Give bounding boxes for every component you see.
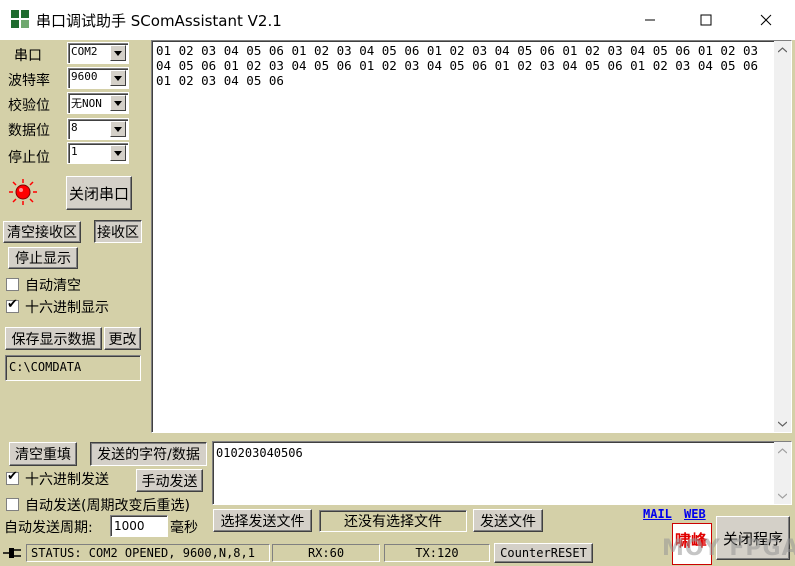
- select-send-file-button[interactable]: 选择发送文件: [213, 509, 312, 532]
- stopbits-label: 停止位: [8, 150, 50, 166]
- maximize-button[interactable]: [678, 0, 734, 40]
- auto-clear-label: 自动清空: [25, 278, 81, 294]
- title-bar: 串口调试助手 SComAssistant V2.1: [0, 0, 795, 40]
- mail-link[interactable]: MAIL: [643, 507, 672, 521]
- web-link[interactable]: WEB: [684, 507, 706, 521]
- hex-display-checkbox[interactable]: ✔: [6, 298, 19, 313]
- clear-send-button[interactable]: 清空重填: [9, 442, 77, 466]
- parity-label: 校验位: [8, 98, 50, 114]
- plug-icon: [3, 548, 21, 558]
- auto-send-checkbox[interactable]: [6, 498, 19, 511]
- window-title: 串口调试助手 SComAssistant V2.1: [36, 12, 282, 30]
- stopbits-select[interactable]: 1: [67, 142, 129, 164]
- hex-send-checkbox[interactable]: ✔: [6, 470, 19, 485]
- clear-receive-button[interactable]: 清空接收区: [3, 221, 81, 243]
- databits-label: 数据位: [8, 123, 50, 139]
- status-text: STATUS: COM2 OPENED, 9600,N,8,1: [26, 544, 270, 562]
- tx-counter: TX:120: [384, 544, 490, 562]
- chevron-down-icon[interactable]: [110, 70, 126, 86]
- app-window: 串口调试助手 SComAssistant V2.1 串口 波特率 校验位 数据位…: [0, 0, 795, 566]
- send-textarea[interactable]: 010203040506: [212, 441, 792, 505]
- baud-label: 波特率: [8, 73, 50, 89]
- chevron-down-icon[interactable]: [774, 415, 791, 432]
- period-unit: 毫秒: [170, 520, 198, 536]
- rx-counter: RX:60: [272, 544, 380, 562]
- baud-select[interactable]: 9600: [67, 67, 129, 89]
- databits-select-value: 8: [71, 121, 78, 134]
- period-label: 自动发送周期:: [4, 520, 93, 536]
- port-select-value: COM2: [71, 45, 98, 58]
- manual-send-button[interactable]: 手动发送: [136, 469, 203, 492]
- counter-reset-button[interactable]: CounterRESET: [494, 543, 593, 563]
- send-scrollbar[interactable]: [774, 442, 791, 504]
- client-area: 串口 波特率 校验位 数据位 停止位 COM2 9600 无NON 8 1 关闭…: [0, 40, 795, 566]
- send-text: 010203040506: [216, 446, 303, 460]
- period-input[interactable]: 1000: [110, 515, 168, 537]
- save-path-field: C:\COMDATA: [5, 355, 141, 381]
- stopbits-select-value: 1: [71, 145, 78, 158]
- receive-area-button[interactable]: 接收区: [94, 220, 142, 243]
- auto-clear-checkbox[interactable]: [6, 278, 19, 291]
- close-window-button[interactable]: [738, 0, 794, 40]
- chevron-up-icon[interactable]: [774, 41, 791, 58]
- chevron-down-icon[interactable]: [110, 121, 126, 137]
- port-label: 串口: [14, 48, 42, 64]
- stop-display-button[interactable]: 停止显示: [8, 247, 78, 269]
- app-icon: [10, 9, 30, 29]
- send-data-label-button[interactable]: 发送的字符/数据: [90, 442, 207, 466]
- close-port-button[interactable]: 关闭串口: [66, 176, 132, 210]
- parity-select[interactable]: 无NON: [67, 92, 129, 114]
- save-display-button[interactable]: 保存显示数据: [5, 327, 102, 350]
- minimize-button[interactable]: [622, 0, 678, 40]
- period-value: 1000: [114, 519, 145, 533]
- minimize-icon: [645, 19, 655, 21]
- chevron-down-icon[interactable]: [774, 487, 791, 504]
- logo-text: 啸峰: [675, 531, 708, 550]
- auto-send-label: 自动发送(周期改变后重选): [25, 498, 190, 514]
- hex-send-label: 十六进制发送: [25, 472, 109, 488]
- send-file-button[interactable]: 发送文件: [473, 509, 543, 532]
- parity-select-value: 无NON: [71, 97, 102, 110]
- baud-select-value: 9600: [71, 70, 98, 83]
- maximize-icon: [700, 14, 712, 26]
- port-select[interactable]: COM2: [67, 42, 129, 64]
- databits-select[interactable]: 8: [67, 118, 129, 140]
- close-icon: [760, 14, 772, 26]
- red-led-icon: [9, 179, 37, 205]
- logo: 啸峰: [672, 523, 712, 565]
- chevron-up-icon[interactable]: [774, 442, 791, 459]
- receive-scrollbar[interactable]: [774, 41, 791, 432]
- receive-text: 01 02 03 04 05 06 01 02 03 04 05 06 01 0…: [156, 43, 766, 88]
- receive-textarea[interactable]: 01 02 03 04 05 06 01 02 03 04 05 06 01 0…: [151, 40, 792, 433]
- exit-program-button[interactable]: 关闭程序: [716, 516, 790, 560]
- save-path-text: C:\COMDATA: [9, 360, 82, 374]
- chevron-down-icon[interactable]: [110, 45, 126, 61]
- chevron-down-icon[interactable]: [110, 95, 126, 111]
- file-status-field: 还没有选择文件: [319, 510, 467, 532]
- chevron-down-icon[interactable]: [110, 145, 126, 161]
- hex-display-label: 十六进制显示: [25, 300, 109, 316]
- change-path-button[interactable]: 更改: [104, 327, 141, 350]
